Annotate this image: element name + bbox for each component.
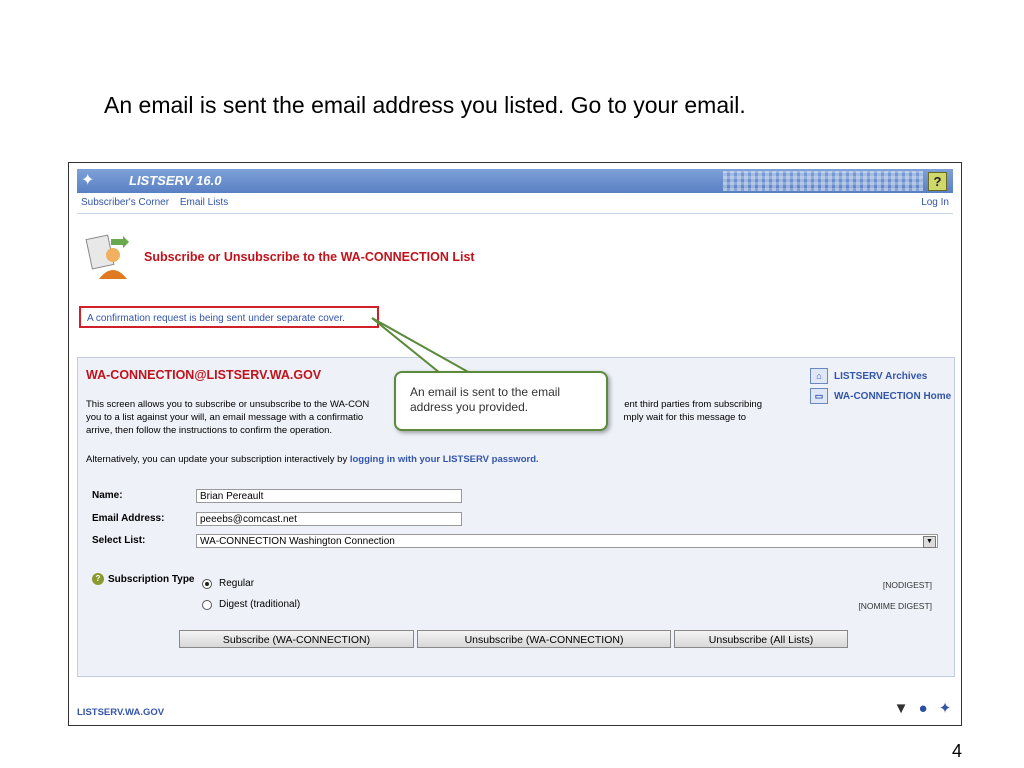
nav-subscribers-corner[interactable]: Subscriber's Corner — [81, 197, 169, 208]
listserv-logo-icon: ✦ — [81, 172, 95, 189]
page-title: Subscribe or Unsubscribe to the WA-CONNE… — [144, 250, 475, 264]
screenshot-frame: ✦ LISTSERV 16.0 ? Subscriber's Corner Em… — [68, 162, 962, 726]
help-circle-icon[interactable]: ? — [92, 573, 104, 585]
archives-link[interactable]: ⌂ LISTSERV Archives — [810, 368, 951, 384]
archives-icon: ⌂ — [810, 368, 828, 384]
footer-icons: ▼ ● ✦ — [891, 699, 955, 719]
option-regular-label: Regular — [219, 578, 255, 589]
callout-box: An email is sent to the email address yo… — [394, 371, 608, 431]
alternative-prefix: Alternatively, you can update your subsc… — [86, 454, 350, 465]
confirmation-message: A confirmation request is being sent und… — [79, 306, 379, 328]
help-icon[interactable]: ? — [928, 172, 947, 191]
listserv-star-icon: ✦ — [938, 700, 952, 717]
subscription-type: ? Subscription Type — [92, 573, 195, 585]
top-bar: ✦ LISTSERV 16.0 ? — [77, 169, 953, 193]
triangle-logo-icon: ▼ — [893, 700, 909, 717]
name-label: Name: — [92, 490, 123, 501]
archives-link-label: LISTSERV Archives — [834, 370, 928, 382]
option-regular-code: [NODIGEST] — [882, 580, 932, 590]
side-links: ⌂ LISTSERV Archives ▭ WA-CONNECTION Home — [810, 368, 951, 408]
footer-site[interactable]: LISTSERV.WA.GOV — [77, 707, 164, 718]
option-digest[interactable]: Digest (traditional) — [202, 599, 300, 610]
option-regular[interactable]: Regular — [202, 578, 254, 589]
page-number: 4 — [951, 741, 962, 761]
description-line-2-right: mply wait for this message to — [623, 412, 747, 423]
nav-email-lists[interactable]: Email Lists — [180, 197, 228, 208]
option-digest-label: Digest (traditional) — [219, 599, 301, 610]
description-line-1-right: ent third parties from subscribing — [624, 399, 762, 410]
name-field[interactable]: Brian Pereault — [196, 489, 462, 503]
login-link[interactable]: Log In — [921, 197, 949, 208]
list-address: WA-CONNECTION@LISTSERV.WA.GOV — [86, 368, 322, 382]
globe-logo-icon: ● — [918, 700, 928, 717]
subscribe-button[interactable]: Subscribe (WA-CONNECTION) — [179, 630, 414, 648]
select-list-label: Select List: — [92, 535, 146, 546]
alternative-text: Alternatively, you can update your subsc… — [86, 454, 539, 465]
radio-regular[interactable] — [202, 578, 212, 589]
unsubscribe-list-button[interactable]: Unsubscribe (WA-CONNECTION) — [417, 630, 671, 648]
chevron-down-icon[interactable]: ▼ — [923, 536, 936, 548]
description-line-2-left: you to a list against your will, an emai… — [86, 412, 364, 423]
list-select-value: WA-CONNECTION Washington Connection — [200, 536, 395, 547]
list-home-link-label: WA-CONNECTION Home — [834, 390, 952, 402]
nav-bar: Subscriber's Corner Email Lists Log In — [77, 193, 953, 214]
description-line-1-left: This screen allows you to subscribe or u… — [86, 399, 370, 410]
radio-digest[interactable] — [202, 599, 212, 610]
decorative-grid — [723, 171, 923, 191]
unsubscribe-all-button[interactable]: Unsubscribe (All Lists) — [674, 630, 848, 648]
option-digest-code: [NOMIME DIGEST] — [858, 601, 932, 611]
email-field[interactable]: peeebs@comcast.net — [196, 512, 462, 526]
list-home-link[interactable]: ▭ WA-CONNECTION Home — [810, 388, 951, 404]
product-name: LISTSERV 16.0 — [129, 173, 222, 188]
list-select[interactable]: WA-CONNECTION Washington Connection ▼ — [196, 534, 938, 548]
login-password-link[interactable]: logging in with your LISTSERV password. — [350, 454, 539, 465]
slide-title: An email is sent the email address you l… — [104, 92, 746, 118]
subscriber-icon — [85, 234, 129, 279]
email-label: Email Address: — [92, 513, 165, 524]
subscription-type-label: Subscription Type — [108, 573, 195, 585]
folder-icon: ▭ — [810, 388, 828, 404]
